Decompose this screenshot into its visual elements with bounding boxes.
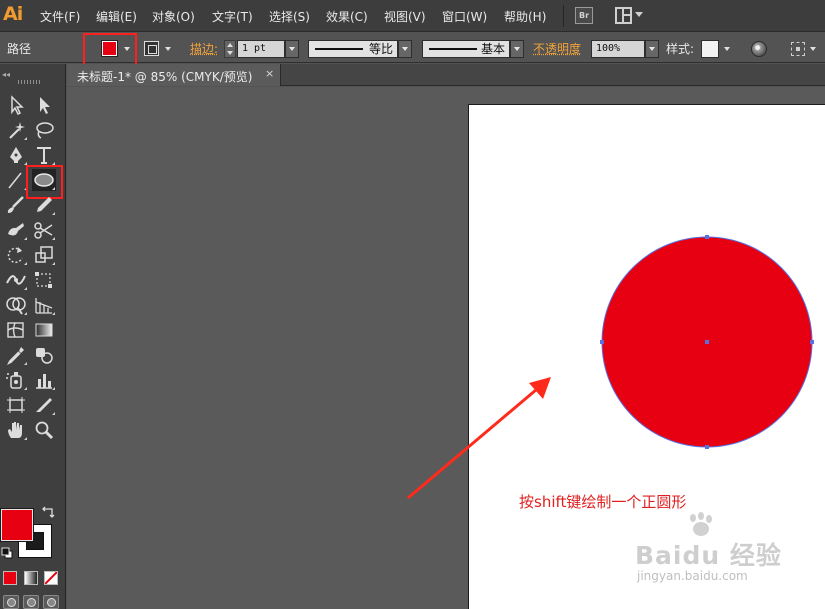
control-bar: 路径 描边: 1 pt 等比 基本 不透明度 100% 样式: bbox=[0, 33, 825, 63]
artboard-tool-icon[interactable] bbox=[4, 394, 28, 416]
swap-fill-stroke-icon[interactable] bbox=[40, 506, 56, 520]
profile-dropdown[interactable] bbox=[398, 40, 412, 58]
none-mode-icon[interactable] bbox=[44, 571, 58, 585]
selection-type-label: 路径 bbox=[7, 40, 31, 57]
close-icon[interactable]: × bbox=[265, 67, 274, 80]
arrange-documents-button[interactable] bbox=[615, 7, 643, 24]
document-tab-bar: 未标题-1* @ 85% (CMYK/预览) × bbox=[67, 64, 825, 86]
menu-view[interactable]: 视图(V) bbox=[384, 8, 426, 25]
selection-tool-icon[interactable] bbox=[4, 94, 28, 116]
panel-grip[interactable] bbox=[18, 80, 40, 84]
menu-bar: Ai 文件(F) 编辑(E) 对象(O) 文字(T) 选择(S) 效果(C) 视… bbox=[0, 0, 825, 32]
slice-tool-icon[interactable] bbox=[32, 394, 56, 416]
style-dropdown-arrow-icon[interactable] bbox=[724, 47, 730, 51]
rotate-tool-icon[interactable] bbox=[4, 244, 28, 266]
draw-normal-icon[interactable] bbox=[3, 595, 19, 609]
scissors-tool-icon[interactable] bbox=[32, 219, 56, 241]
default-fill-stroke-icon[interactable] bbox=[1, 547, 13, 559]
document-tab-title: 未标题-1* @ 85% (CMYK/预览) bbox=[77, 68, 252, 85]
fill-dropdown-arrow-icon[interactable] bbox=[124, 47, 130, 51]
bridge-button[interactable]: Br bbox=[575, 7, 593, 24]
color-mode-icon[interactable] bbox=[3, 571, 17, 585]
draw-inside-icon[interactable] bbox=[43, 595, 59, 609]
draw-behind-icon[interactable] bbox=[23, 595, 39, 609]
stroke-color-swatch[interactable] bbox=[144, 41, 159, 56]
column-graph-tool-icon[interactable] bbox=[32, 369, 56, 391]
perspective-grid-tool-icon[interactable] bbox=[32, 294, 56, 316]
menu-window[interactable]: 窗口(W) bbox=[442, 8, 487, 25]
fill-color-box[interactable] bbox=[1, 509, 33, 541]
blob-brush-tool-icon[interactable] bbox=[4, 219, 28, 241]
gradient-mode-icon[interactable] bbox=[24, 571, 38, 585]
baidu-paw-icon bbox=[685, 512, 715, 538]
document-tab[interactable]: 未标题-1* @ 85% (CMYK/预览) × bbox=[67, 64, 281, 86]
zoom-tool-icon[interactable] bbox=[32, 419, 56, 441]
watermark-brand: Baidu 经验 bbox=[635, 536, 782, 572]
opacity-field[interactable]: 100% bbox=[591, 40, 645, 58]
lasso-tool-icon[interactable] bbox=[32, 119, 56, 141]
brush-definition[interactable]: 基本 bbox=[422, 40, 510, 58]
app-logo: Ai bbox=[3, 3, 22, 25]
gradient-tool-icon[interactable] bbox=[32, 319, 56, 341]
tools-panel: ◂◂ bbox=[0, 64, 66, 609]
stroke-weight-field[interactable]: 1 pt bbox=[237, 40, 285, 58]
menu-type[interactable]: 文字(T) bbox=[212, 8, 253, 25]
eyedropper-tool-icon[interactable] bbox=[4, 344, 28, 366]
width-tool-icon[interactable] bbox=[4, 269, 28, 291]
scale-tool-icon[interactable] bbox=[32, 244, 56, 266]
menu-help[interactable]: 帮助(H) bbox=[504, 8, 546, 25]
symbol-sprayer-tool-icon[interactable] bbox=[4, 369, 28, 391]
chevron-down-icon bbox=[635, 12, 643, 17]
variable-width-profile[interactable]: 等比 bbox=[308, 40, 398, 58]
menu-file[interactable]: 文件(F) bbox=[40, 8, 80, 25]
menu-object[interactable]: 对象(O) bbox=[152, 8, 195, 25]
free-transform-tool-icon[interactable] bbox=[32, 269, 56, 291]
direct-selection-tool-icon[interactable] bbox=[32, 94, 56, 116]
paintbrush-tool-icon[interactable] bbox=[4, 194, 28, 216]
transform-dropdown-arrow-icon[interactable] bbox=[810, 47, 816, 51]
menu-select[interactable]: 选择(S) bbox=[269, 8, 310, 25]
menu-effect[interactable]: 效果(C) bbox=[326, 8, 368, 25]
fill-color-swatch[interactable] bbox=[102, 41, 117, 56]
stroke-weight-dropdown[interactable] bbox=[285, 40, 299, 58]
pencil-tool-icon[interactable] bbox=[32, 194, 56, 216]
style-label: 样式: bbox=[666, 40, 694, 57]
pen-tool-icon[interactable] bbox=[4, 144, 28, 166]
recolor-artwork-icon[interactable] bbox=[751, 41, 767, 57]
canvas-area[interactable]: 按shift键绘制一个正圆形 Baidu 经验 jingyan.baidu.co… bbox=[67, 87, 825, 609]
shape-builder-tool-icon[interactable] bbox=[4, 294, 28, 316]
collapse-panel-icon[interactable]: ◂◂ bbox=[2, 70, 10, 79]
opacity-dropdown[interactable] bbox=[645, 40, 659, 58]
watermark-url: jingyan.baidu.com bbox=[637, 569, 748, 583]
magic-wand-tool-icon[interactable] bbox=[4, 119, 28, 141]
graphic-style-swatch[interactable] bbox=[701, 40, 719, 58]
type-tool-icon[interactable] bbox=[32, 144, 56, 166]
hand-tool-icon[interactable] bbox=[4, 419, 28, 441]
brush-dropdown[interactable] bbox=[510, 40, 524, 58]
stroke-dropdown-arrow-icon[interactable] bbox=[165, 47, 171, 51]
menu-edit[interactable]: 编辑(E) bbox=[96, 8, 137, 25]
annotation-text: 按shift键绘制一个正圆形 bbox=[519, 491, 686, 512]
stroke-weight-stepper[interactable] bbox=[224, 40, 236, 58]
mesh-tool-icon[interactable] bbox=[4, 319, 28, 341]
line-segment-tool-icon[interactable] bbox=[4, 169, 28, 191]
blend-tool-icon[interactable] bbox=[32, 344, 56, 366]
transform-icon[interactable] bbox=[791, 42, 805, 56]
menu-separator bbox=[563, 5, 564, 27]
variable-width-profile-label: 等比 bbox=[369, 41, 393, 57]
ellipse-tool-icon[interactable] bbox=[32, 169, 56, 191]
layout-grid-icon bbox=[615, 7, 632, 24]
stroke-label[interactable]: 描边: bbox=[190, 40, 218, 57]
opacity-label[interactable]: 不透明度 bbox=[533, 40, 581, 57]
brush-definition-label: 基本 bbox=[481, 41, 505, 57]
